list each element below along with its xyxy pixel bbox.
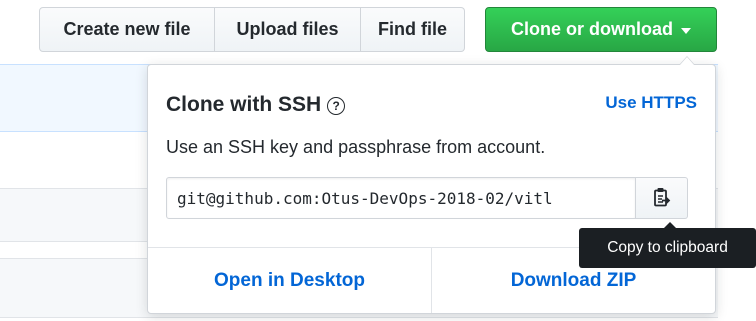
question-icon[interactable]: ? [327, 97, 346, 115]
clone-button-label: Clone or download [511, 19, 673, 39]
use-https-link[interactable]: Use HTTPS [605, 93, 697, 113]
open-in-desktop-button[interactable]: Open in Desktop [148, 248, 431, 313]
file-actions-group: Create new file Upload files Find file [39, 7, 465, 52]
clone-dropdown: Clone with SSH ? Use HTTPS Use an SSH ke… [147, 56, 716, 314]
stage: Create new file Upload files Find file C… [0, 0, 756, 321]
file-toolbar: Create new file Upload files Find file [39, 7, 465, 52]
create-new-file-button[interactable]: Create new file [39, 7, 215, 52]
upload-files-button[interactable]: Upload files [215, 7, 361, 52]
clone-url-group [166, 177, 688, 219]
clone-description: Use an SSH key and passphrase from accou… [166, 137, 546, 157]
clone-or-download-button[interactable]: Clone or download [485, 7, 717, 52]
find-file-button[interactable]: Find file [361, 7, 465, 52]
caret-down-icon [681, 27, 691, 34]
copy-to-clipboard-button[interactable] [636, 177, 688, 219]
clone-url-input[interactable] [166, 177, 636, 219]
clone-title-text: Clone with SSH [166, 93, 322, 116]
clone-title: Clone with SSH ? [166, 93, 346, 117]
clipboard-icon [653, 188, 670, 207]
copy-tooltip: Copy to clipboard [579, 222, 756, 268]
